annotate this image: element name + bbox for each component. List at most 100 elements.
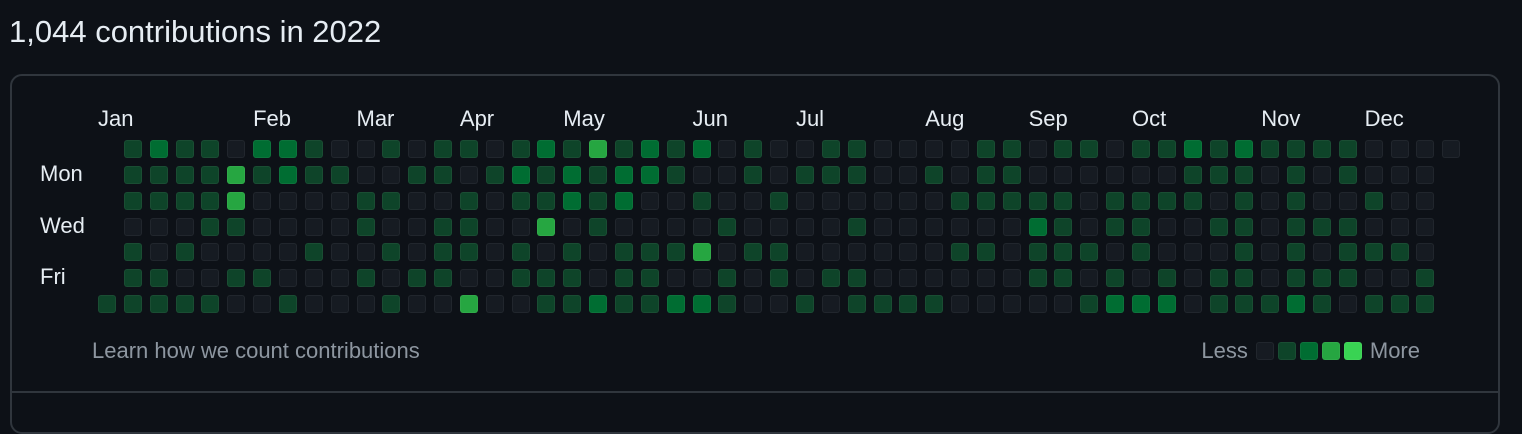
contribution-day-cell[interactable]	[1132, 165, 1150, 184]
contribution-day-cell[interactable]	[1416, 140, 1435, 158]
contribution-day-cell[interactable]	[278, 140, 297, 158]
contribution-day-cell[interactable]	[744, 217, 763, 236]
contribution-day-cell[interactable]	[976, 243, 995, 262]
contribution-day-cell[interactable]	[382, 295, 401, 314]
contribution-day-cell[interactable]	[175, 295, 194, 314]
contribution-day-cell[interactable]	[1416, 217, 1435, 236]
contribution-day-cell[interactable]	[253, 243, 272, 262]
contribution-day-cell[interactable]	[149, 217, 168, 236]
contribution-day-cell[interactable]	[408, 243, 427, 262]
contribution-day-cell[interactable]	[1054, 243, 1073, 262]
contribution-day-cell[interactable]	[744, 191, 763, 210]
contribution-day-cell[interactable]	[1054, 295, 1073, 314]
contribution-day-cell[interactable]	[1312, 191, 1331, 210]
contribution-day-cell[interactable]	[356, 243, 375, 262]
contribution-day-cell[interactable]	[1416, 243, 1435, 262]
contribution-day-cell[interactable]	[1028, 165, 1047, 184]
contribution-day-cell[interactable]	[1183, 217, 1202, 236]
contribution-day-cell[interactable]	[485, 217, 504, 236]
contribution-day-cell[interactable]	[511, 165, 530, 184]
contribution-day-cell[interactable]	[1338, 269, 1357, 288]
contribution-day-cell[interactable]	[253, 269, 272, 288]
contribution-day-cell[interactable]	[356, 140, 375, 158]
contribution-day-cell[interactable]	[873, 140, 892, 158]
contribution-day-cell[interactable]	[640, 140, 659, 158]
contribution-day-cell[interactable]	[718, 165, 737, 184]
contribution-day-cell[interactable]	[1002, 269, 1021, 288]
contribution-day-cell[interactable]	[692, 269, 711, 288]
contribution-day-cell[interactable]	[1028, 243, 1047, 262]
contribution-day-cell[interactable]	[1287, 243, 1306, 262]
contribution-day-cell[interactable]	[1157, 140, 1176, 158]
contribution-day-cell[interactable]	[795, 295, 814, 314]
contribution-day-cell[interactable]	[1338, 191, 1357, 210]
contribution-day-cell[interactable]	[744, 165, 763, 184]
contribution-day-cell[interactable]	[795, 191, 814, 210]
contribution-day-cell[interactable]	[1106, 243, 1125, 262]
contribution-day-cell[interactable]	[149, 191, 168, 210]
contribution-day-cell[interactable]	[899, 295, 918, 314]
contribution-day-cell[interactable]	[718, 269, 737, 288]
contribution-day-cell[interactable]	[149, 295, 168, 314]
contribution-day-cell[interactable]	[149, 243, 168, 262]
contribution-day-cell[interactable]	[873, 243, 892, 262]
contribution-day-cell[interactable]	[227, 191, 246, 210]
contribution-day-cell[interactable]	[718, 140, 737, 158]
contribution-day-cell[interactable]	[201, 191, 220, 210]
contribution-day-cell[interactable]	[873, 217, 892, 236]
contribution-day-cell[interactable]	[1261, 269, 1280, 288]
contribution-day-cell[interactable]	[692, 140, 711, 158]
contribution-day-cell[interactable]	[1338, 165, 1357, 184]
contribution-day-cell[interactable]	[821, 217, 840, 236]
contribution-day-cell[interactable]	[1080, 165, 1099, 184]
contribution-day-cell[interactable]	[175, 140, 194, 158]
contribution-day-cell[interactable]	[1183, 140, 1202, 158]
contribution-day-cell[interactable]	[1157, 217, 1176, 236]
contribution-day-cell[interactable]	[1028, 269, 1047, 288]
contribution-day-cell[interactable]	[201, 295, 220, 314]
contribution-day-cell[interactable]	[1106, 295, 1125, 314]
contribution-day-cell[interactable]	[304, 217, 323, 236]
contribution-day-cell[interactable]	[253, 165, 272, 184]
contribution-day-cell[interactable]	[278, 217, 297, 236]
contribution-day-cell[interactable]	[485, 191, 504, 210]
contribution-day-cell[interactable]	[408, 140, 427, 158]
contribution-day-cell[interactable]	[459, 295, 478, 314]
contribution-day-cell[interactable]	[434, 243, 453, 262]
contribution-day-cell[interactable]	[1390, 243, 1409, 262]
contribution-day-cell[interactable]	[304, 191, 323, 210]
contribution-day-cell[interactable]	[149, 165, 168, 184]
contribution-day-cell[interactable]	[615, 165, 633, 184]
contribution-day-cell[interactable]	[925, 140, 944, 158]
contribution-day-cell[interactable]	[434, 217, 453, 236]
contribution-day-cell[interactable]	[1106, 165, 1125, 184]
contribution-day-cell[interactable]	[615, 295, 633, 314]
contribution-day-cell[interactable]	[330, 217, 349, 236]
contribution-day-cell[interactable]	[537, 269, 556, 288]
contribution-day-cell[interactable]	[175, 191, 194, 210]
contribution-day-cell[interactable]	[666, 269, 685, 288]
contribution-day-cell[interactable]	[1287, 295, 1306, 314]
contribution-day-cell[interactable]	[640, 243, 659, 262]
contribution-day-cell[interactable]	[1390, 295, 1409, 314]
contribution-day-cell[interactable]	[873, 165, 892, 184]
contribution-day-cell[interactable]	[795, 140, 814, 158]
contribution-day-cell[interactable]	[1235, 217, 1254, 236]
contribution-day-cell[interactable]	[951, 269, 970, 288]
contribution-day-cell[interactable]	[770, 295, 789, 314]
contribution-day-cell[interactable]	[925, 217, 944, 236]
contribution-day-cell[interactable]	[1054, 191, 1073, 210]
contribution-day-cell[interactable]	[1209, 217, 1228, 236]
contribution-day-cell[interactable]	[563, 269, 582, 288]
contribution-day-cell[interactable]	[1080, 217, 1099, 236]
contribution-day-cell[interactable]	[615, 140, 633, 158]
contribution-day-cell[interactable]	[1002, 140, 1021, 158]
contribution-day-cell[interactable]	[98, 295, 116, 314]
contribution-day-cell[interactable]	[770, 140, 789, 158]
contribution-day-cell[interactable]	[563, 140, 582, 158]
contribution-day-cell[interactable]	[744, 243, 763, 262]
contribution-day-cell[interactable]	[123, 243, 142, 262]
contribution-day-cell[interactable]	[821, 295, 840, 314]
contribution-day-cell[interactable]	[511, 191, 530, 210]
contribution-day-cell[interactable]	[330, 243, 349, 262]
